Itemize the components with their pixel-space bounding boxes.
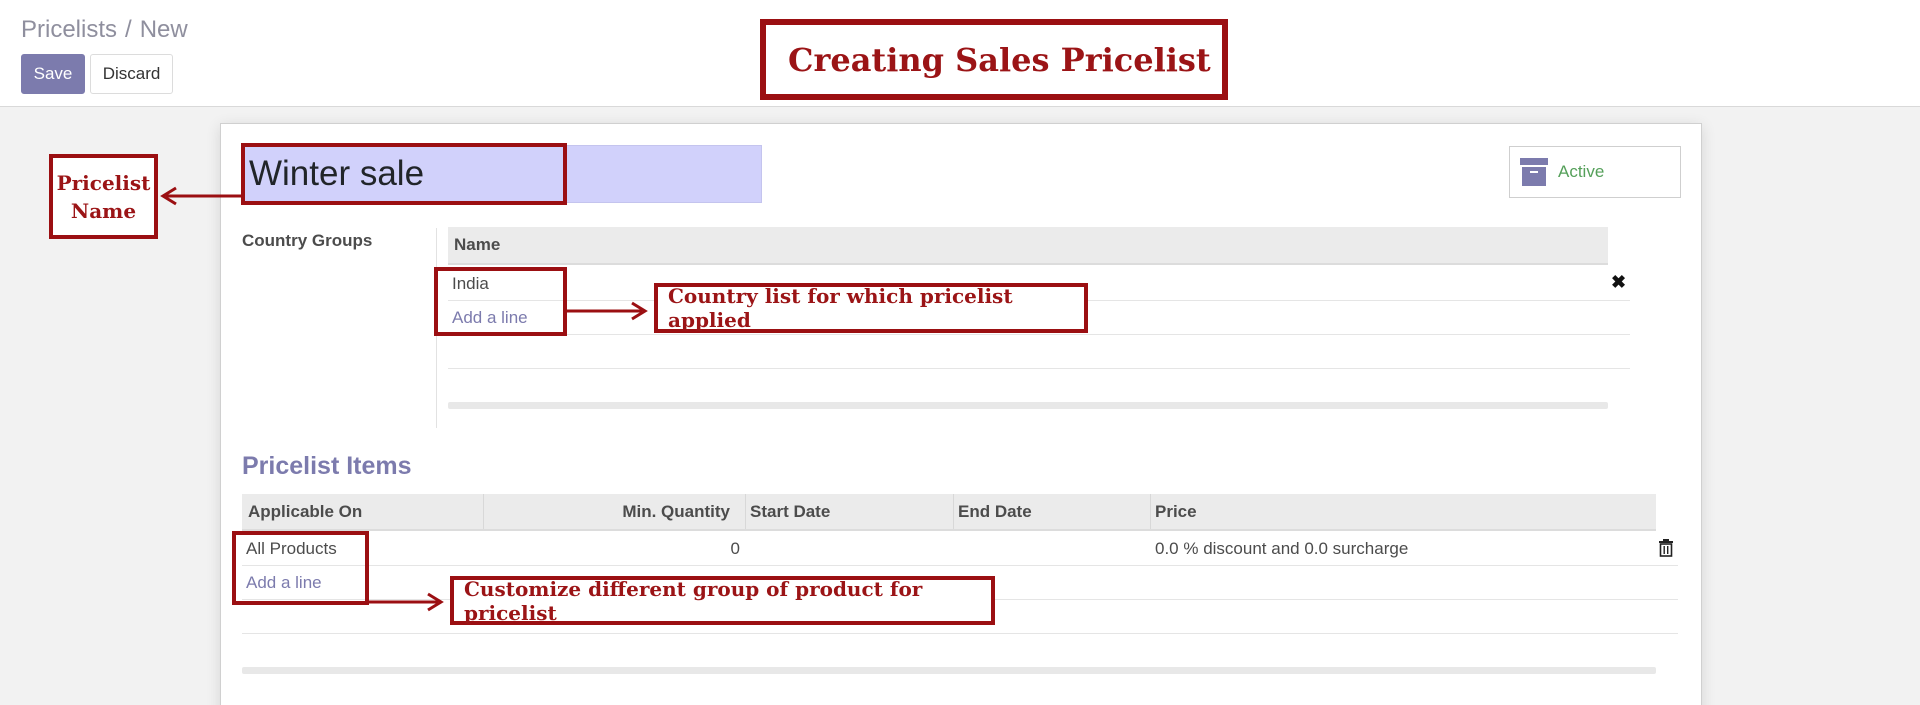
arrow-icon (369, 592, 444, 612)
annotation-arrows (160, 186, 648, 612)
arrow-icon (567, 301, 648, 321)
arrow-icon (160, 186, 241, 206)
